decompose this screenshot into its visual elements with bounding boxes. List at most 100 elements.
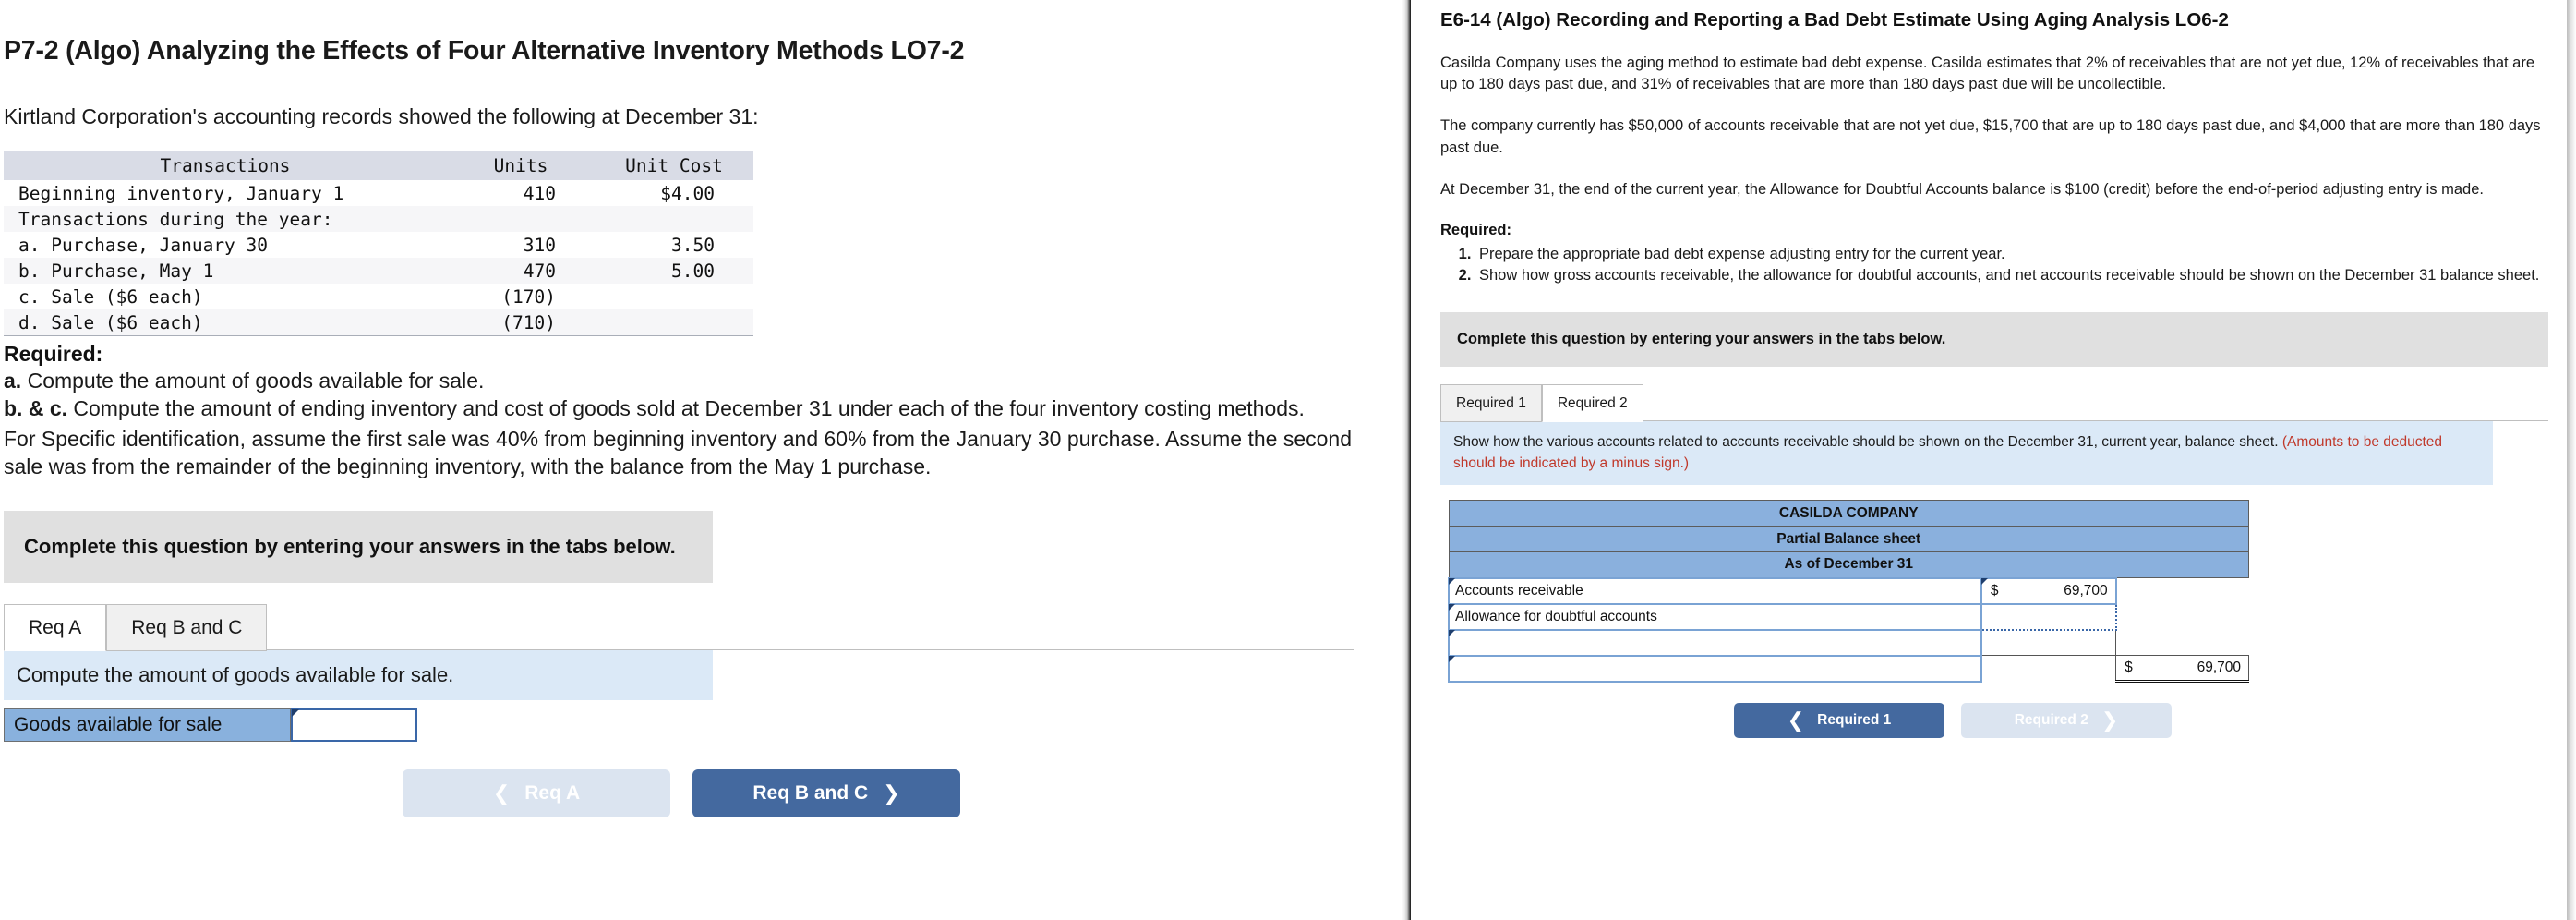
cell-unit-cost: [595, 284, 753, 309]
cell-units: 410: [523, 182, 556, 204]
cell-transaction-label: b. Purchase, May 1: [18, 260, 214, 282]
right-scroll-edge: [2567, 0, 2576, 920]
amount-value: 69,700: [2064, 582, 2108, 599]
requirement-bc-text: Compute the amount of ending inventory a…: [73, 396, 1305, 421]
right-paragraph-3: At December 31, the end of the current y…: [1440, 181, 2484, 199]
cell-unit-cost: 3.50: [671, 234, 715, 256]
next-button-label: Req B and C: [752, 781, 869, 804]
next-required-2-button[interactable]: Required 2 ❯: [1961, 703, 2172, 739]
requirement-note: For Specific identification, assume the …: [4, 426, 1352, 479]
cell-unit-cost: $4.00: [660, 182, 715, 204]
cell-units: 310: [523, 234, 556, 256]
requirement-a-marker: a.: [4, 369, 22, 393]
goods-available-row: Goods available for sale: [4, 708, 417, 742]
left-nav-buttons: ❮ Req A Req B and C ❯: [4, 769, 1354, 817]
chevron-right-icon: ❯: [2101, 708, 2119, 732]
bs-row-col3-blank: [2115, 577, 2249, 604]
bs-row-amount-allowance-input[interactable]: [1980, 602, 2117, 631]
chevron-right-icon: ❯: [883, 781, 900, 805]
right-instruction-strip: Show how the various accounts related to…: [1440, 421, 2493, 486]
cell-transaction-label: Beginning inventory, January 1: [18, 182, 344, 204]
column-header-transactions: Transactions: [4, 151, 447, 181]
right-nav-buttons: ❮ Required 1 Required 2 ❯: [1440, 703, 2548, 739]
prev-required-1-button[interactable]: ❮ Required 1: [1734, 703, 1944, 739]
bs-row-label-net-receivable[interactable]: [1448, 654, 1982, 683]
requirement-bc: b. & c. Compute the amount of ending inv…: [4, 394, 1354, 422]
requirement-bc-marker: b. & c.: [4, 396, 68, 421]
bs-row-amount-accounts-receivable[interactable]: $ 69,700: [1980, 576, 2117, 605]
table-row: c. Sale ($6 each) (170): [4, 284, 753, 310]
table-row: Beginning inventory, January 1 410 $4.00: [4, 180, 753, 207]
next-button-label: Required 2: [2014, 712, 2088, 729]
next-req-b-and-c-button[interactable]: Req B and C ❯: [692, 769, 960, 817]
chevron-left-icon: ❮: [1787, 708, 1805, 732]
bs-row-total-net-receivable[interactable]: $ 69,700: [2115, 655, 2249, 684]
left-question-panel: P7-2 (Algo) Analyzing the Effects of Fou…: [0, 0, 1402, 920]
transactions-table: Transactions Units Unit Cost Beginning i…: [4, 151, 753, 337]
right-paragraph-2: The company currently has $50,000 of acc…: [1440, 117, 2541, 156]
balance-sheet-worksheet: CASILDA COMPANY Partial Balance sheet As…: [1448, 500, 2249, 684]
table-row: a. Purchase, January 30 310 3.50: [4, 232, 753, 259]
goods-available-label: Goods available for sale: [4, 708, 291, 742]
balance-sheet-header-row: CASILDA COMPANY: [1448, 500, 2249, 527]
intro-text: Kirtland Corporation's accounting record…: [4, 104, 759, 129]
table-row: b. Purchase, May 1 470 5.00: [4, 258, 753, 284]
right-instruction-main: Show how the various accounts related to…: [1453, 434, 2279, 451]
bs-row-col3-blank: [2115, 603, 2249, 630]
bs-row-col3-blank: [2115, 629, 2249, 656]
prev-req-a-button[interactable]: ❮ Req A: [403, 769, 670, 817]
list-item: Show how gross accounts receivable, the …: [1475, 265, 2548, 286]
tab-required-2[interactable]: Required 2: [1541, 384, 1643, 423]
balance-sheet-header-row: Partial Balance sheet: [1448, 526, 2249, 553]
currency-symbol: $: [2125, 660, 2133, 676]
tab-req-b-and-c[interactable]: Req B and C: [106, 603, 268, 651]
tab-bar-rule: [267, 648, 1354, 650]
requirement-a-text: Compute the amount of goods available fo…: [27, 369, 485, 393]
cell-unit-cost: [595, 206, 753, 232]
panel-divider: [1402, 0, 1411, 920]
bs-row-amount-blank: [1980, 655, 2116, 682]
bs-row-label-allowance[interactable]: Allowance for doubtful accounts: [1448, 602, 1982, 631]
bs-header-date: As of December 31: [1448, 551, 2249, 579]
complete-question-banner: Complete this question by entering your …: [4, 510, 713, 583]
right-tab-bar-rule: [1643, 420, 2548, 422]
bs-row-label-accounts-receivable[interactable]: Accounts receivable: [1448, 576, 1982, 605]
cell-unit-cost: 5.00: [671, 260, 715, 282]
list-item: Prepare the appropriate bad debt expense…: [1475, 244, 2548, 265]
cell-units: (170): [501, 285, 556, 308]
tab-req-a[interactable]: Req A: [4, 603, 107, 651]
right-page-title: E6-14 (Algo) Recording and Reporting a B…: [1440, 9, 2229, 30]
cell-units: 470: [523, 260, 556, 282]
table-row: [1448, 628, 2249, 657]
cell-units: (710): [447, 309, 595, 337]
right-paragraph-1: Casilda Company uses the aging method to…: [1440, 54, 2535, 93]
table-row: Transactions during the year:: [4, 206, 753, 233]
table-header-row: Transactions Units Unit Cost: [4, 151, 753, 181]
column-header-unit-cost: Unit Cost: [595, 151, 753, 181]
cell-transaction-label: c. Sale ($6 each): [18, 285, 203, 308]
table-row: Accounts receivable $ 69,700: [1448, 576, 2249, 605]
required-heading: Required:: [4, 342, 103, 367]
requirement-a: a. Compute the amount of goods available…: [4, 367, 1354, 394]
prev-button-label: Req A: [524, 781, 581, 804]
table-row: $ 69,700: [1448, 654, 2249, 684]
currency-symbol: $: [1990, 582, 1999, 599]
cell-units: [447, 206, 595, 232]
right-required-list: Prepare the appropriate bad debt expense…: [1440, 244, 2548, 287]
bs-header-company: CASILDA COMPANY: [1448, 500, 2249, 527]
right-tab-bar: Required 1 Required 2: [1440, 383, 2548, 423]
right-required-heading: Required:: [1440, 221, 1512, 238]
table-row: d. Sale ($6 each) (710): [4, 309, 753, 337]
bs-row-amount-empty[interactable]: [1980, 629, 2117, 657]
left-tab-bar: Req A Req B and C: [4, 603, 1354, 651]
prev-button-label: Required 1: [1817, 712, 1892, 729]
left-instruction-strip: Compute the amount of goods available fo…: [4, 649, 713, 702]
tab-required-1[interactable]: Required 1: [1440, 384, 1542, 423]
bs-header-statement: Partial Balance sheet: [1448, 526, 2249, 553]
table-row: Allowance for doubtful accounts: [1448, 602, 2249, 631]
bs-row-label-empty[interactable]: [1448, 628, 1982, 657]
cell-transaction-label: d. Sale ($6 each): [4, 309, 447, 337]
page-title: P7-2 (Algo) Analyzing the Effects of Fou…: [4, 36, 965, 66]
right-question-panel: E6-14 (Algo) Recording and Reporting a B…: [1411, 0, 2576, 920]
goods-available-input[interactable]: [291, 708, 417, 742]
